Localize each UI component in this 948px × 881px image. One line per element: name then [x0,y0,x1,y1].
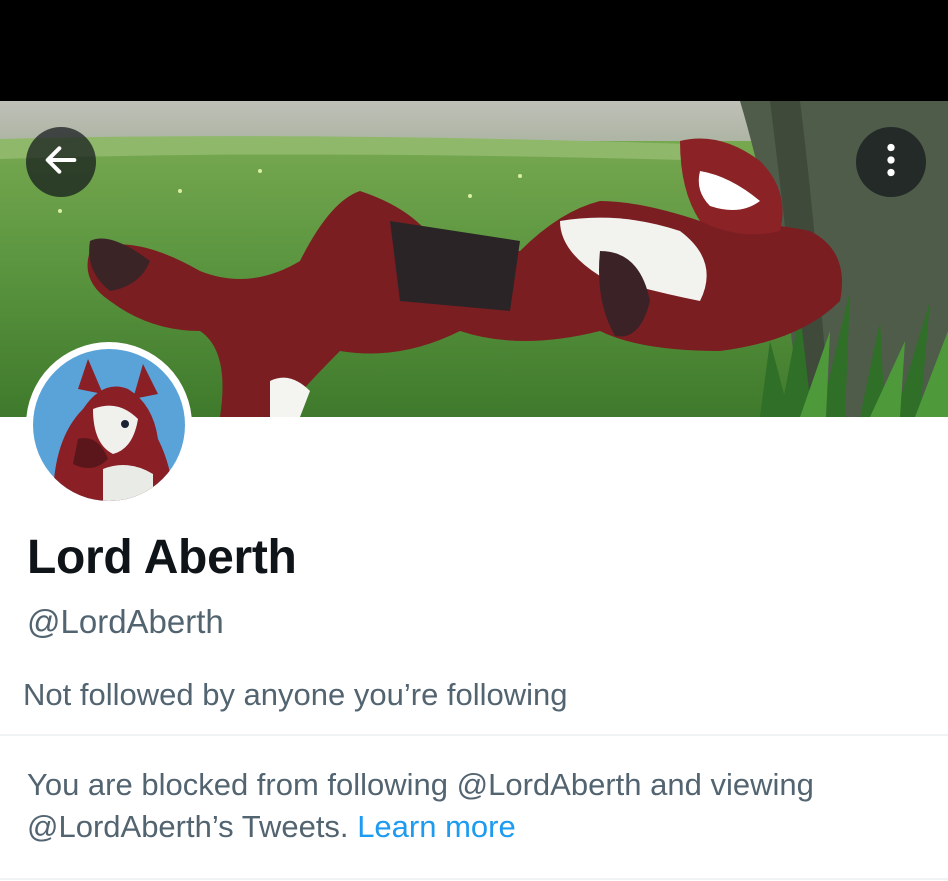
back-button[interactable] [26,127,96,197]
blocked-notice: You are blocked from following @LordAber… [27,764,907,848]
divider [0,734,948,736]
display-name: Lord Aberth [27,531,297,584]
more-vertical-icon [871,140,911,185]
avatar[interactable] [26,342,192,508]
avatar-image [33,349,185,501]
status-bar [0,0,948,101]
learn-more-link[interactable]: Learn more [357,809,516,844]
followers-you-know-note: Not followed by anyone you’re following [23,677,568,712]
divider [0,878,948,880]
arrow-left-icon [41,140,81,185]
more-options-button[interactable] [856,127,926,197]
handle: @LordAberth [27,603,224,640]
